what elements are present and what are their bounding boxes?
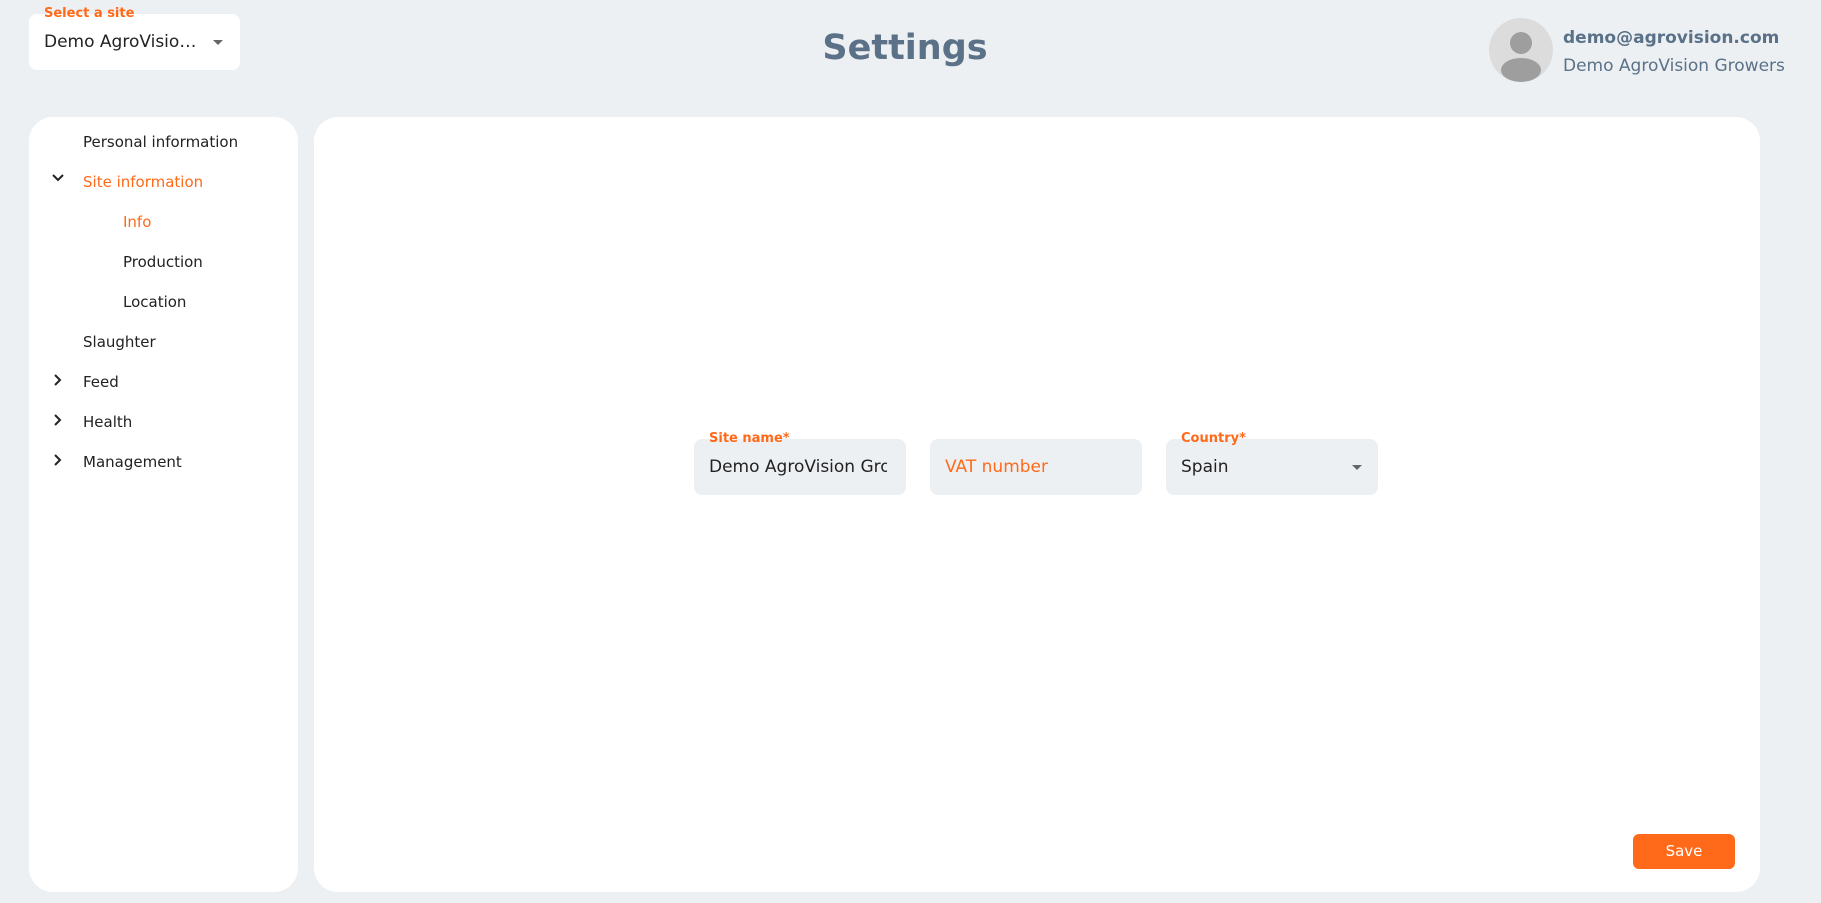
chevron-down-icon[interactable] (51, 171, 65, 189)
vat-number-placeholder: VAT number (945, 457, 1048, 477)
sidebar-item-feed[interactable]: Feed (83, 373, 119, 391)
country-value: Spain (1181, 457, 1229, 477)
sidebar-item-site-information[interactable]: Site information (83, 173, 203, 191)
sidebar-item-location[interactable]: Location (123, 293, 186, 311)
site-name-label: Site name* (709, 431, 790, 446)
site-select-label: Select a site (44, 6, 135, 21)
sidebar-item-personal-information[interactable]: Personal information (83, 133, 238, 151)
user-email: demo@agrovision.com (1563, 28, 1780, 48)
chevron-right-icon[interactable] (51, 453, 65, 471)
dropdown-caret-icon (1352, 465, 1362, 470)
sidebar-item-production[interactable]: Production (123, 253, 203, 271)
settings-main-panel (314, 117, 1760, 892)
chevron-right-icon[interactable] (51, 413, 65, 431)
user-avatar-icon[interactable] (1489, 18, 1553, 82)
settings-sidebar: Personal information Site information In… (29, 117, 298, 892)
country-label: Country* (1181, 431, 1246, 446)
vat-number-field[interactable]: VAT number (930, 439, 1142, 495)
site-name-field[interactable]: Site name* Demo AgroVision Gro (694, 431, 906, 495)
sidebar-item-management[interactable]: Management (83, 453, 182, 471)
sidebar-item-slaughter[interactable]: Slaughter (83, 333, 156, 351)
sidebar-item-info[interactable]: Info (123, 213, 151, 231)
save-button[interactable]: Save (1633, 834, 1735, 869)
sidebar-item-health[interactable]: Health (83, 413, 132, 431)
chevron-right-icon[interactable] (51, 373, 65, 391)
user-organization: Demo AgroVision Growers (1563, 56, 1785, 76)
site-name-value: Demo AgroVision Gro (709, 457, 887, 477)
country-select[interactable]: Country* Spain (1166, 431, 1378, 495)
